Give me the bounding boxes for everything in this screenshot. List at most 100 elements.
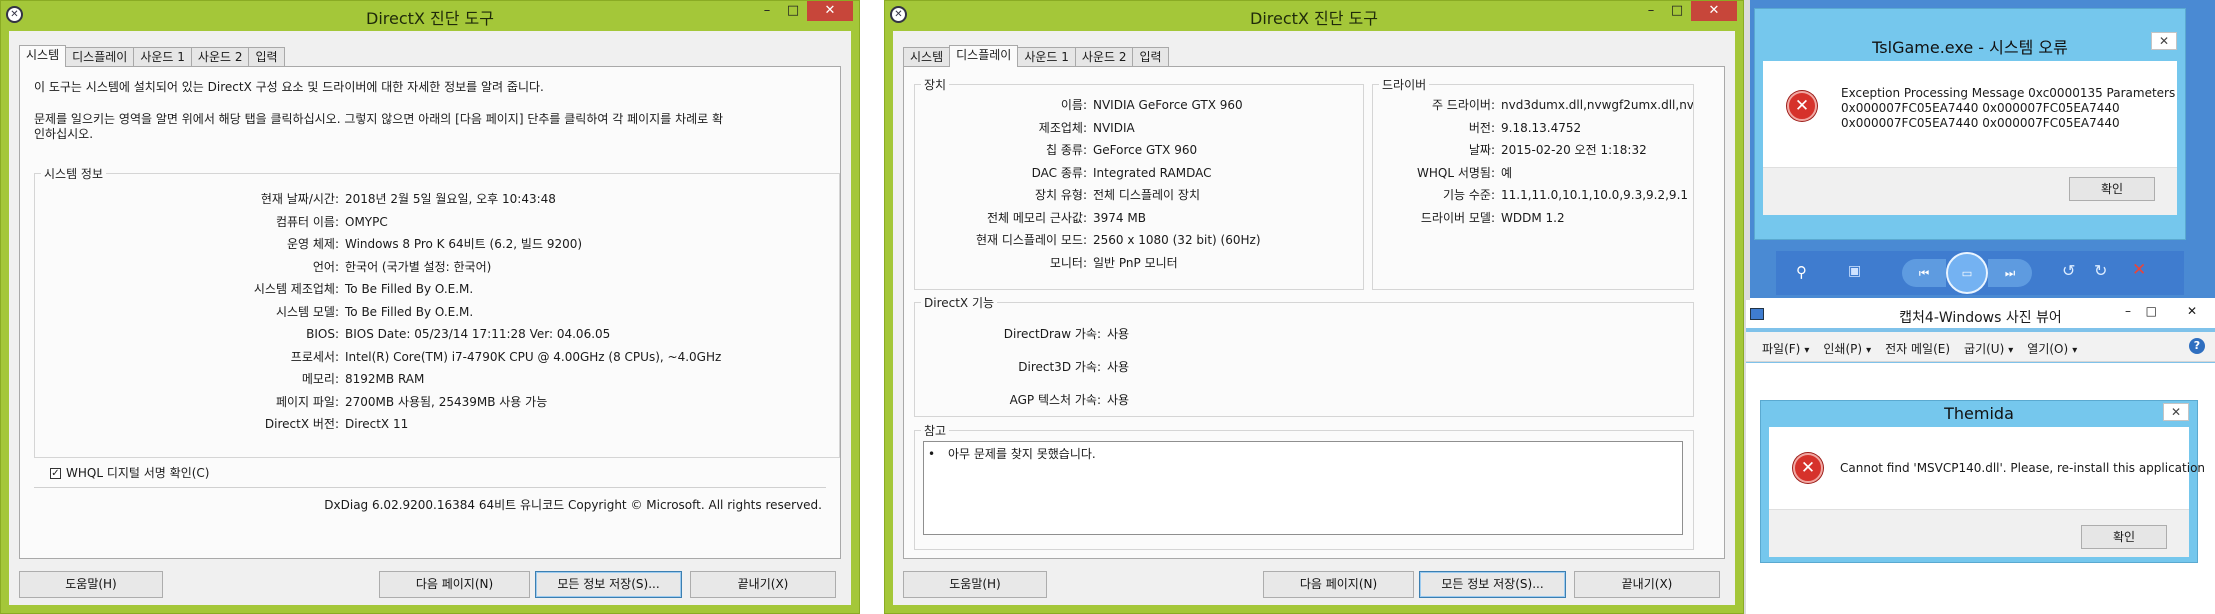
sysinfo-label: DirectX 버전: (264, 417, 339, 431)
system-info-title: 시스템 정보 (41, 165, 107, 182)
chevron-down-icon: ▾ (1866, 345, 1872, 356)
actual-size-icon[interactable]: ▣ (1848, 263, 1868, 283)
menu-item[interactable]: 파일(F) ▾ (1762, 340, 1809, 357)
zoom-icon[interactable]: ⚲ (1796, 263, 1816, 283)
device-value: Integrated RAMDAC (1093, 165, 1212, 180)
next-icon[interactable]: ⏭ (1988, 259, 2032, 287)
dialog-title: Themida (1944, 404, 2014, 423)
chevron-down-icon: ▾ (2072, 345, 2078, 356)
driver-label: WHQL 서명됨: (1417, 165, 1495, 180)
driver-label: 기능 수준: (1442, 188, 1495, 202)
note-item: 아무 문제를 찾지 못했습니다. (948, 447, 1096, 461)
tab-strip: 시스템 디스플레이 사운드 1 사운드 2 입력 (19, 45, 285, 67)
intro-text-3: 인하십시오. (34, 127, 94, 141)
tab-system[interactable]: 시스템 (903, 47, 951, 67)
window-body: 시스템 디스플레이 사운드 1 사운드 2 입력 이 도구는 시스템에 설치되어… (9, 31, 851, 605)
chevron-down-icon: ▾ (1804, 345, 1810, 356)
next-page-button[interactable]: 다음 페이지(N) (1263, 571, 1414, 598)
help-button[interactable]: 도움말(H) (903, 571, 1047, 598)
slideshow-icon[interactable]: ▭ (1946, 252, 1988, 294)
sysinfo-value: 8192MB RAM (345, 372, 425, 386)
system-info-group: 시스템 정보 현재 날짜/시간: 2018년 2월 5일 월요일, 오후 10:4… (34, 165, 840, 458)
tab-sound-2[interactable]: 사운드 2 (1074, 47, 1134, 67)
tab-input[interactable]: 입력 (1132, 47, 1169, 67)
whql-checkbox[interactable]: ✓ (50, 468, 61, 479)
dialog-top-edge (1755, 9, 2185, 25)
sysinfo-value: DirectX 11 (345, 417, 409, 431)
save-all-info-button[interactable]: 모든 정보 저장(S)... (1419, 571, 1566, 598)
note-bullet: • (928, 447, 936, 461)
menu-item[interactable]: 전자 메일(E) (1885, 340, 1950, 357)
error-icon: ✕ (1787, 91, 1817, 121)
tab-sound-2[interactable]: 사운드 2 (190, 47, 250, 67)
next-page-button[interactable]: 다음 페이지(N) (379, 571, 530, 598)
title-bar[interactable]: ✕ DirectX 진단 도구 – □ ✕ (885, 1, 1743, 29)
tab-display[interactable]: 디스플레이 (949, 45, 1019, 67)
tab-panel-system: 이 도구는 시스템에 설치되어 있는 DirectX 구성 요소 및 드라이버에… (19, 66, 841, 559)
driver-value: 11.1,11.0,10.1,10.0,9.3,9.2,9.1 (1501, 188, 1689, 202)
device-label: 제조업체: (1038, 120, 1087, 135)
directx-features-title: DirectX 기능 (921, 294, 998, 311)
device-value: 2560 x 1080 (32 bit) (60Hz) (1093, 233, 1261, 247)
menu-item[interactable]: 열기(O) ▾ (2027, 340, 2077, 357)
notes-box[interactable]: • 아무 문제를 찾지 못했습니다. (923, 441, 1683, 535)
device-value: NVIDIA (1093, 120, 1135, 135)
sysinfo-value: Intel(R) Core(TM) i7-4790K CPU @ 4.00GHz… (345, 349, 722, 364)
dialog-body: ✕ Exception Processing Message 0xc000013… (1763, 61, 2177, 167)
minimize-button[interactable]: – (755, 1, 779, 21)
title-bar[interactable]: 캡처4-Windows 사진 뷰어 – □ ✕ (1746, 300, 2215, 328)
driver-label: 날짜: (1468, 143, 1495, 157)
error-line-1: Exception Processing Message 0xc0000135 … (1841, 86, 2176, 100)
dxdiag-window-system: ✕ DirectX 진단 도구 – □ ✕ 시스템 디스플레이 사운드 1 사운… (0, 0, 860, 614)
error-icon: ✕ (1793, 453, 1823, 483)
sysinfo-label: 메모리: (301, 372, 339, 386)
ok-button[interactable]: 확인 (2069, 177, 2155, 201)
maximize-button[interactable]: □ (2146, 304, 2157, 318)
driver-label: 버전: (1468, 120, 1495, 135)
close-button[interactable]: ✕ (2163, 403, 2189, 421)
help-button[interactable]: 도움말(H) (19, 571, 163, 598)
dxdiag-window-display: ✕ DirectX 진단 도구 – □ ✕ 시스템 디스플레이 사운드 1 사운… (884, 0, 1744, 614)
device-label: 장치 유형: (1034, 188, 1087, 202)
maximize-button[interactable]: □ (781, 1, 805, 21)
directx-features-group: DirectX 기능 DirectDraw 가속: 사용 Direct3D 가속: 사… (914, 294, 1694, 417)
tab-sound-1[interactable]: 사운드 1 (1017, 47, 1076, 67)
footer-divider (34, 487, 826, 488)
feature-label: Direct3D 가속: (1018, 360, 1101, 374)
close-button[interactable]: ✕ (807, 1, 853, 21)
dialog-footer: 확인 (1763, 167, 2177, 215)
close-button[interactable]: ✕ (2151, 32, 2177, 50)
driver-value: WDDM 1.2 (1501, 210, 1565, 225)
menu-item[interactable]: 인쇄(P) ▾ (1823, 340, 1871, 357)
tab-input[interactable]: 입력 (248, 47, 285, 67)
close-button[interactable]: ✕ (1691, 1, 1737, 21)
menu-item-label: 파일(F) (1762, 342, 1801, 356)
device-label: 칩 종류: (1046, 143, 1087, 157)
driver-label: 드라이버 모델: (1420, 210, 1495, 225)
minimize-button[interactable]: – (2125, 304, 2131, 318)
exit-button[interactable]: 끝내기(X) (690, 571, 836, 598)
driver-value: 9.18.13.4752 (1501, 120, 1582, 135)
sysinfo-value: 2700MB 사용됨, 25439MB 사용 가능 (345, 394, 548, 409)
ok-button[interactable]: 확인 (2081, 525, 2167, 549)
rotate-left-icon[interactable]: ↺ (2062, 261, 2082, 283)
minimize-button[interactable]: – (1639, 1, 1663, 21)
dialog-title: TslGame.exe - 시스템 오류 (1872, 38, 2068, 57)
tab-sound-1[interactable]: 사운드 1 (133, 47, 192, 67)
exit-button[interactable]: 끝내기(X) (1574, 571, 1720, 598)
help-icon[interactable]: ? (2189, 338, 2205, 354)
delete-icon[interactable]: ✕ (2132, 260, 2152, 282)
maximize-button[interactable]: □ (1665, 1, 1689, 21)
intro-text-1: 이 도구는 시스템에 설치되어 있는 DirectX 구성 요소 및 드라이버에… (34, 80, 544, 94)
whql-checkbox-label: WHQL 디지털 서명 확인(C) (66, 466, 210, 480)
previous-icon[interactable]: ⏮ (1902, 259, 1946, 287)
sysinfo-value: OMYPC (345, 214, 388, 229)
rotate-right-icon[interactable]: ↻ (2094, 261, 2114, 283)
tab-display[interactable]: 디스플레이 (65, 47, 135, 67)
menu-item[interactable]: 굽기(U) ▾ (1964, 340, 2013, 357)
notes-title: 참고 (921, 422, 950, 439)
title-bar[interactable]: ✕ DirectX 진단 도구 – □ ✕ (1, 1, 859, 29)
tab-system[interactable]: 시스템 (19, 45, 67, 67)
close-button[interactable]: ✕ (2187, 304, 2197, 318)
save-all-info-button[interactable]: 모든 정보 저장(S)... (535, 571, 682, 598)
